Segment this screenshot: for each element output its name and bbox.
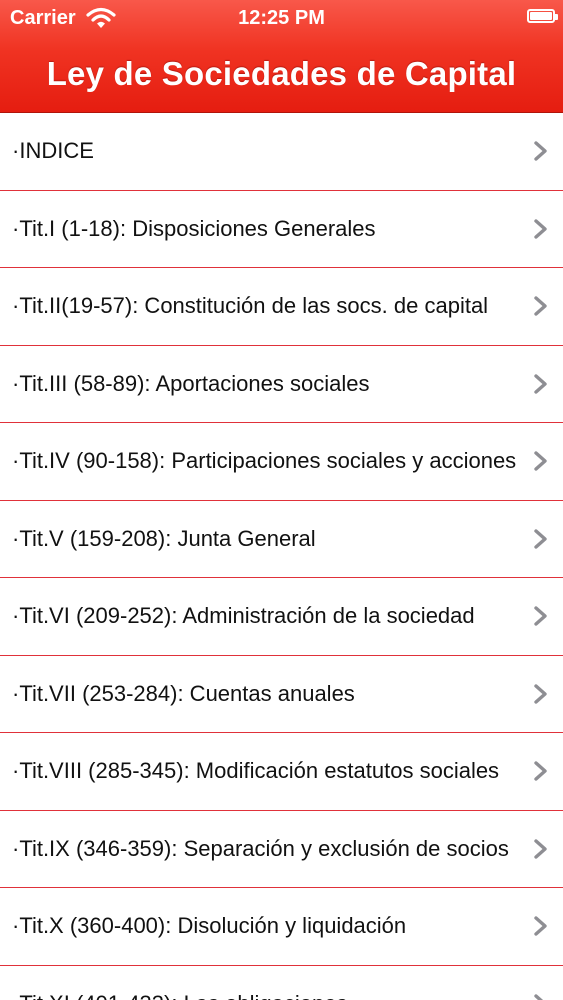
list-item-label: ·Tit.X (360-400): Disolución y liquidaci… [12, 913, 407, 939]
list-item-label: ·Tit.VI (209-252): Administración de la … [12, 603, 475, 629]
list-item-label: ·Tit.VIII (285-345): Modificación estatu… [12, 758, 500, 784]
chevron-right-icon [534, 761, 547, 781]
list-item[interactable]: ·Tit.III (58-89): Aportaciones sociales [0, 345, 563, 423]
chevron-right-icon [534, 374, 547, 394]
battery-tip [555, 14, 558, 20]
list-item[interactable]: ·Tit.V (159-208): Junta General [0, 500, 563, 578]
status-bar: Carrier 12:25 PM [0, 0, 563, 36]
list-item[interactable]: ·Tit.VI (209-252): Administración de la … [0, 578, 563, 656]
wifi-icon [86, 7, 116, 28]
status-left: Carrier [0, 7, 116, 30]
title-list: ·INDICE ·Tit.I (1-18): Disposiciones Gene… [0, 113, 563, 1000]
list-item[interactable]: ·Tit.IX (346-359): Separación y exclusió… [0, 810, 563, 888]
list-item-label: ·INDICE [12, 138, 94, 164]
list-item[interactable]: ·Tit.VIII (285-345): Modificación estatu… [0, 733, 563, 811]
chevron-right-icon [534, 451, 547, 471]
app-screen: Carrier 12:25 PM Ley de Sociedades de Ca… [0, 0, 563, 1000]
list-item-label: ·Tit.IV (90-158): Participaciones social… [12, 448, 517, 474]
chevron-right-icon [534, 839, 547, 859]
list-item[interactable]: ·INDICE [0, 113, 563, 191]
list-item-label: ·Tit.II(19-57): Constitución de las socs… [12, 293, 489, 319]
list-item[interactable]: ·Tit.VII (253-284): Cuentas anuales [0, 655, 563, 733]
battery-level [530, 12, 552, 20]
list-item-label: ·Tit.VII (253-284): Cuentas anuales [12, 680, 355, 706]
battery-icon [527, 9, 558, 23]
list-item-label: ·Tit.XI (401-433): Las obligaciones [12, 991, 533, 1000]
list-item-label: ·Tit.IX (346-359): Separación y exclusió… [12, 835, 509, 861]
list-item[interactable]: ·Tit.I (1-18): Disposiciones Generales [0, 190, 563, 268]
chevron-right-icon [534, 916, 547, 936]
list-item[interactable]: ·Tit.X (360-400): Disolución y liquidaci… [0, 888, 563, 966]
chevron-right-icon [534, 219, 547, 239]
chevron-right-icon [534, 684, 547, 704]
chevron-right-icon [534, 529, 547, 549]
header: Carrier 12:25 PM Ley de Sociedades de Ca… [0, 0, 563, 113]
carrier-label: Carrier [10, 6, 76, 29]
chevron-right-icon [534, 994, 544, 1000]
chevron-right-icon [534, 141, 547, 161]
page-title: Ley de Sociedades de Capital [46, 55, 517, 92]
navigation-bar: Ley de Sociedades de Capital [0, 36, 563, 112]
list-item-label: ·Tit.V (159-208): Junta General [12, 525, 316, 551]
list-item[interactable]: ·Tit.II(19-57): Constitución de las socs… [0, 268, 563, 346]
chevron-right-icon [534, 606, 547, 626]
list-item[interactable]: ·Tit.XI (401-433): Las obligaciones [0, 965, 563, 1000]
list-item-label: ·Tit.III (58-89): Aportaciones sociales [12, 370, 370, 396]
chevron-right-icon [534, 296, 547, 316]
list-item[interactable]: ·Tit.IV (90-158): Participaciones social… [0, 423, 563, 501]
list-item-label: ·Tit.I (1-18): Disposiciones Generales [12, 215, 376, 241]
